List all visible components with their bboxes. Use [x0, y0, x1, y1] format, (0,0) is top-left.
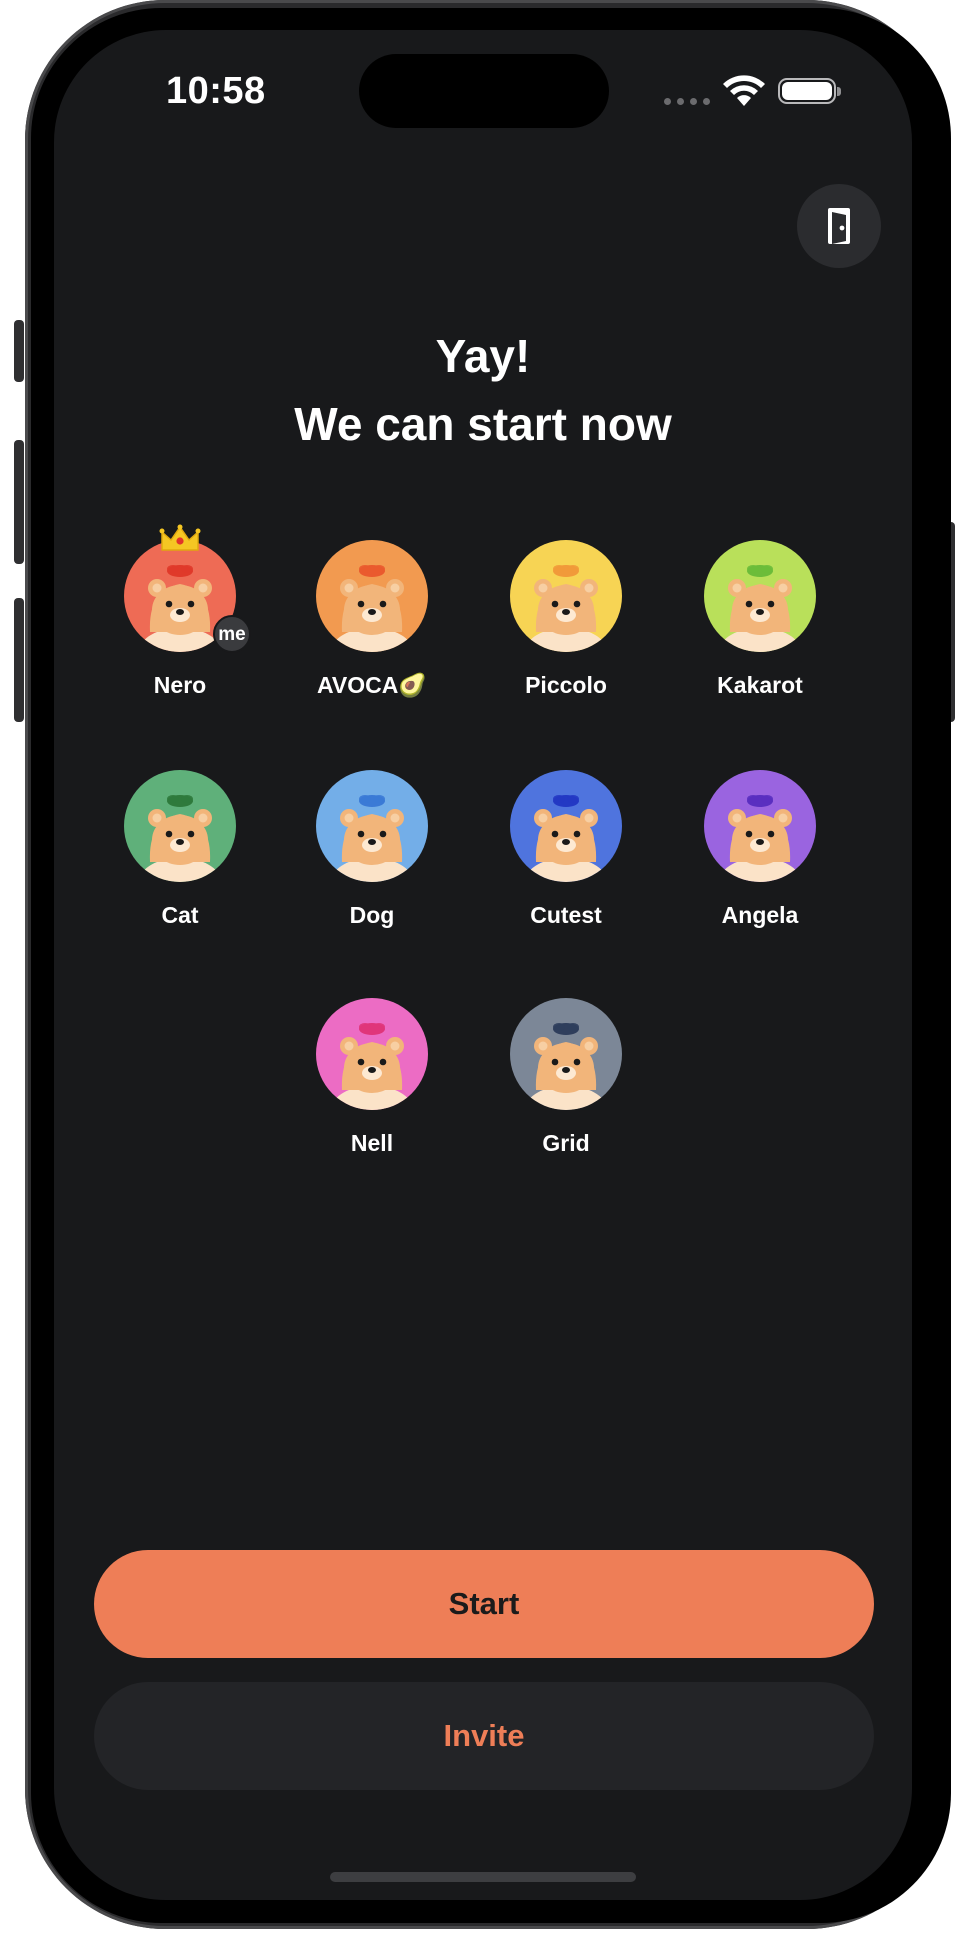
player-name: Grid	[542, 1130, 590, 1156]
player-name: AVOCA🥑	[317, 672, 427, 698]
player-name: Nero	[153, 672, 207, 698]
player-avatar	[316, 770, 428, 882]
player-item: Cutest	[466, 770, 666, 970]
player-item: Grid	[466, 998, 666, 1198]
player-avatar	[510, 770, 622, 882]
player-name: Cat	[161, 902, 199, 928]
me-badge: me	[213, 615, 251, 653]
player-avatar	[510, 998, 622, 1110]
player-item: Piccolo	[466, 540, 666, 740]
player-name: Angela	[721, 902, 799, 928]
player-avatar	[124, 770, 236, 882]
home-indicator	[330, 1872, 636, 1882]
player-avatar	[704, 770, 816, 882]
player-item: me Nero	[80, 524, 280, 740]
player-name: Piccolo	[525, 672, 607, 698]
host-crown-icon	[159, 524, 201, 554]
start-button[interactable]: Start	[94, 1550, 874, 1658]
volume-up-button	[14, 440, 24, 564]
player-item: AVOCA🥑	[272, 540, 472, 740]
player-name: Cutest	[530, 902, 602, 928]
player-avatar	[316, 540, 428, 652]
player-name: Nell	[350, 1130, 394, 1156]
player-item: Nell	[272, 998, 472, 1198]
player-name: Dog	[349, 902, 395, 928]
volume-down-button	[14, 598, 24, 722]
player-item: Dog	[272, 770, 472, 970]
player-grid: me Nero AVOCA🥑 Piccolo Kakarot Cat Dog Cutest An…	[54, 30, 912, 1330]
player-name: Kakarot	[717, 672, 803, 698]
player-item: Cat	[80, 770, 280, 970]
invite-button[interactable]: Invite	[94, 1682, 874, 1790]
player-item: Angela	[660, 770, 860, 970]
player-avatar	[316, 998, 428, 1110]
player-avatar	[510, 540, 622, 652]
action-button	[14, 320, 24, 382]
player-avatar	[704, 540, 816, 652]
app-screen: 10:58 Yay! We can start now me Nero AVOCA🥑…	[54, 30, 912, 1900]
player-item: Kakarot	[660, 540, 860, 740]
